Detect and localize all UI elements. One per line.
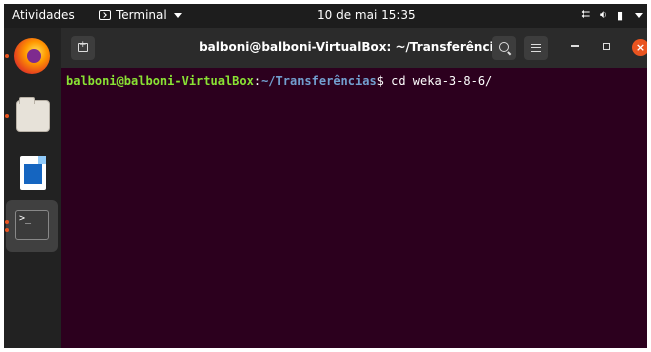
top-bar: Atividades Terminal 10 de mai 15:35 ⮄ 🔉︎… [4, 4, 647, 28]
clock[interactable]: 10 de mai 15:35 [317, 8, 416, 22]
terminal-icon [99, 10, 111, 20]
firefox-icon [14, 38, 50, 74]
hamburger-menu-icon [531, 44, 541, 52]
search-button[interactable] [492, 36, 516, 60]
system-menu-arrow-icon [635, 12, 643, 18]
search-icon [499, 42, 509, 52]
terminal-headerbar: balboni@balboni-VirtualBox: ~/Transferên… [61, 28, 647, 68]
running-indicator [5, 114, 9, 118]
close-button[interactable]: × [632, 39, 647, 56]
window-title: balboni@balboni-VirtualBox: ~/Transferên… [199, 40, 509, 54]
dock-item-firefox[interactable] [5, 30, 58, 82]
text-cursor [492, 72, 499, 85]
prompt-path: ~/Transferências [261, 74, 377, 88]
prompt-symbol: $ [376, 74, 384, 88]
running-indicator [5, 54, 9, 58]
maximize-button[interactable] [603, 43, 610, 50]
menu-button[interactable] [524, 36, 548, 60]
dock: >_ [4, 28, 61, 348]
dock-item-files[interactable] [5, 90, 58, 142]
system-tray[interactable]: ⮄ 🔉︎ ▮ [581, 8, 643, 22]
writer-icon [20, 156, 46, 190]
running-indicator [5, 220, 9, 224]
terminal-icon: >_ [15, 210, 49, 240]
desktop-screen: Atividades Terminal 10 de mai 15:35 ⮄ 🔉︎… [4, 4, 647, 348]
app-menu-label: Terminal [116, 8, 167, 22]
app-menu[interactable]: Terminal [99, 8, 182, 22]
network-icon: ⮄ [581, 8, 590, 21]
command-text: cd weka-3-8-6/ [383, 74, 493, 88]
dock-item-terminal[interactable]: >_ [5, 200, 58, 252]
prompt-separator: : [253, 74, 262, 88]
minimize-button[interactable] [571, 45, 579, 47]
files-icon [16, 97, 50, 132]
dropdown-arrow-icon [173, 12, 182, 18]
volume-icon: 🔉︎ [600, 8, 607, 21]
battery-icon: ▮ [616, 8, 623, 22]
terminal-output[interactable]: balboni@balboni-VirtualBox:~/Transferênc… [61, 68, 647, 348]
dock-item-writer[interactable] [6, 148, 58, 200]
activities-button[interactable]: Atividades [12, 8, 75, 22]
prompt-user: balboni@balboni-VirtualBox [66, 74, 254, 88]
running-indicator [5, 228, 9, 232]
